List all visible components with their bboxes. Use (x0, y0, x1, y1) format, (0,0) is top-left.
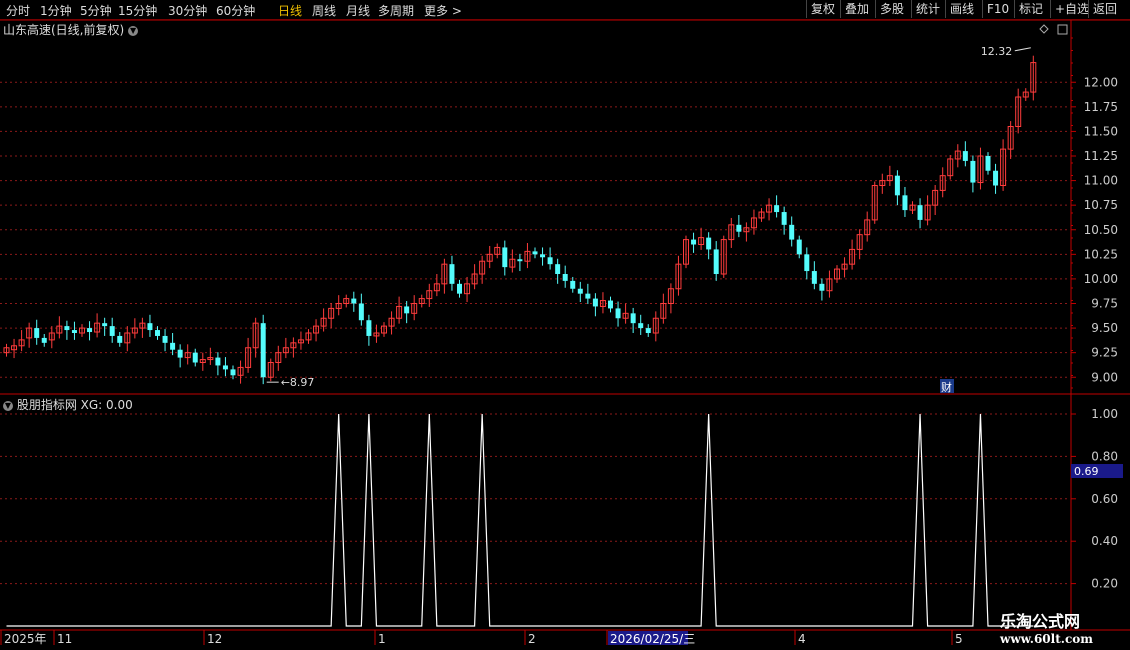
candle-body (630, 313, 636, 324)
candle-body (147, 323, 153, 331)
candle-body (577, 288, 583, 294)
y-tick-label: 10.00 (1084, 272, 1118, 286)
candle-body (645, 328, 651, 333)
y-tick-label: 11.50 (1084, 124, 1118, 138)
candle-body (162, 335, 168, 343)
candle-body (449, 264, 455, 284)
candle-body (736, 224, 742, 232)
y-tick-label: 11.75 (1084, 100, 1118, 114)
panel-toggle-icon (1057, 24, 1068, 35)
event-badge-text: 财 (941, 380, 952, 394)
candle-body (585, 293, 591, 299)
candle-body (34, 328, 40, 338)
candle-body (64, 326, 70, 331)
candle-body (222, 365, 228, 370)
candle-body (902, 195, 908, 211)
candle-body (796, 239, 802, 255)
low-price-label: ←8.97 (281, 376, 315, 389)
high-arrow (1014, 47, 1031, 52)
y-tick-label: 11.25 (1084, 149, 1118, 163)
candle-body (71, 330, 77, 333)
ind-y-tick-label: 1.00 (1091, 407, 1118, 421)
ind-y-tick-label: 0.20 (1091, 577, 1118, 591)
watermark-url: www.60lt.com (1000, 632, 1093, 646)
candle-body (789, 224, 795, 240)
candle-body (993, 170, 999, 186)
candle-body (532, 251, 538, 255)
candle-body (192, 352, 198, 363)
candle-body (358, 303, 364, 321)
candle-body (608, 300, 613, 309)
candle-body (970, 160, 976, 183)
candle-body (517, 259, 523, 262)
candle-body (547, 257, 553, 265)
candle-body (155, 330, 160, 336)
ind-value-badge-text: 0.69 (1074, 465, 1099, 478)
watermark-title: 乐淘公式网 (1000, 612, 1081, 631)
ind-y-tick-label: 0.40 (1091, 534, 1118, 548)
candle-body (230, 369, 236, 376)
candle-body (215, 357, 221, 366)
candle-body (540, 254, 546, 258)
y-tick-label: 9.00 (1091, 370, 1118, 384)
ind-y-tick-label: 0.80 (1091, 449, 1118, 463)
y-tick-label: 9.75 (1091, 297, 1118, 311)
candle-body (562, 274, 568, 281)
candle-body (962, 151, 968, 161)
time-axis-label: 5 (955, 632, 963, 646)
candle-body (638, 323, 644, 329)
candle-body (804, 254, 810, 272)
candle-body (985, 156, 991, 171)
ind-y-tick-label: 0.60 (1091, 492, 1118, 506)
candle-body (615, 308, 621, 319)
candle-body (691, 239, 697, 245)
y-tick-label: 10.25 (1084, 247, 1118, 261)
candle-body (555, 264, 561, 274)
candle-body (177, 349, 183, 358)
time-axis-label: 2026/02/25/三 (610, 632, 695, 646)
candle-body (811, 271, 817, 284)
candle-body (41, 337, 47, 343)
candle-body (570, 280, 576, 289)
diamond-icon (1039, 24, 1049, 34)
candle-body (366, 320, 372, 336)
candle-body (87, 328, 93, 333)
candle-body (592, 298, 598, 307)
candle-body (894, 175, 900, 196)
y-tick-label: 10.50 (1084, 223, 1118, 237)
time-axis-label: 11 (57, 632, 72, 646)
candle-body (917, 205, 923, 220)
candle-body (774, 205, 780, 213)
high-price-label: 12.32 (981, 45, 1013, 58)
candle-body (713, 249, 719, 274)
candle-body (706, 237, 712, 250)
candle-body (170, 342, 176, 350)
xg-signal-line (6, 413, 1034, 627)
time-axis-label: 2 (528, 632, 536, 646)
time-axis-label: 4 (798, 632, 806, 646)
y-tick-label: 9.50 (1091, 321, 1118, 335)
candle-body (502, 247, 508, 268)
y-tick-label: 11.00 (1084, 174, 1118, 188)
chart-canvas[interactable]: 9.009.259.509.7510.0010.2510.5010.7511.0… (0, 0, 1130, 650)
time-axis-label: 2025年 (4, 632, 47, 646)
candle-body (819, 283, 825, 291)
candle-body (260, 323, 266, 378)
candle-body (102, 323, 108, 327)
candle-body (404, 306, 410, 314)
candle-body (457, 283, 462, 294)
candle-body (781, 212, 787, 225)
candle-body (351, 298, 357, 304)
time-axis-label: 1 (378, 632, 386, 646)
candle-body (109, 326, 115, 336)
candle-body (117, 335, 123, 343)
y-tick-label: 10.75 (1084, 198, 1118, 212)
y-tick-label: 12.00 (1084, 75, 1118, 89)
time-axis-label: 12 (207, 632, 222, 646)
y-tick-label: 9.25 (1091, 346, 1118, 360)
